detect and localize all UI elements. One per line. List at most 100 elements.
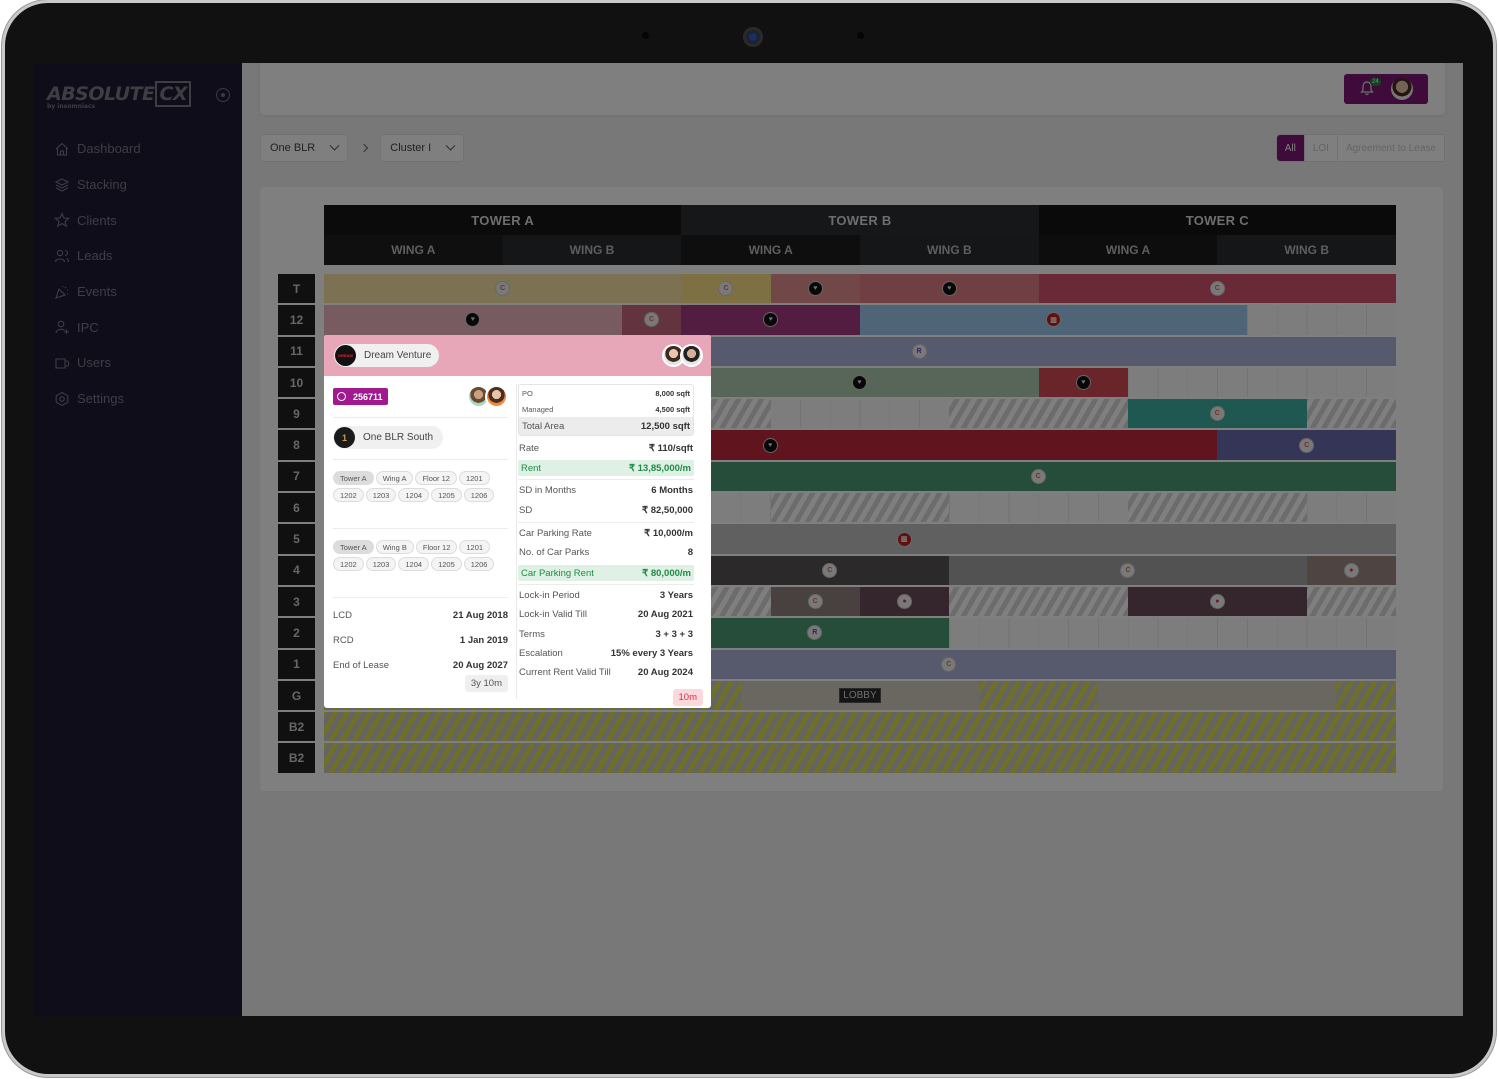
lease-remaining-badge: 3y 10m <box>464 675 508 692</box>
filter-loi[interactable]: LOI <box>1303 135 1337 161</box>
field-label: Managed <box>522 404 554 414</box>
sd-months-row: SD in Months 6 Months <box>518 485 694 496</box>
floor-label: 4 <box>278 555 315 585</box>
mug-icon <box>55 358 70 369</box>
property-dropdown[interactable]: One BLR <box>260 134 349 162</box>
user-avatar[interactable] <box>1391 78 1413 100</box>
app-screen: ABSOLUTE CX by insomniacs Dashboard Stacki… <box>34 63 1463 1016</box>
sidebar-item-dashboard[interactable]: Dashboard <box>54 131 141 167</box>
unit-tag: 1202 <box>333 557 364 571</box>
deal-id-badge: 256711 <box>333 388 388 405</box>
avatar[interactable] <box>680 344 703 367</box>
tenant-segment[interactable]: C <box>1128 399 1307 429</box>
sidebar-item-users[interactable]: Users <box>54 345 141 381</box>
building-logo: 1 <box>334 427 355 448</box>
field-label: Lock-in Valid Till <box>519 609 587 620</box>
tenant-segment[interactable]: C <box>324 274 682 304</box>
unit-tag: 1201 <box>459 540 491 554</box>
unit-tag: 1202 <box>333 488 364 502</box>
avatar[interactable] <box>485 385 508 408</box>
tenant-segment[interactable]: ● <box>860 586 950 617</box>
floor-tag: Floor 12 <box>415 540 458 554</box>
tenant-segment[interactable]: ♥ <box>1038 367 1128 398</box>
compass-icon <box>337 392 346 401</box>
sidebar-item-ipc[interactable]: IPC <box>54 309 141 345</box>
tenant-logo-icon: C <box>644 312 660 328</box>
owner-avatars <box>467 385 508 408</box>
tenant-segment[interactable]: ● <box>1128 586 1307 617</box>
sidebar-item-leads[interactable]: Leads <box>54 238 141 274</box>
field-value: ₹ 82,50,000 <box>642 505 693 516</box>
lcd-row: LCD 21 Aug 2018 <box>333 610 508 621</box>
floor-label: T <box>278 274 315 304</box>
tenant-segment[interactable]: LOBBY <box>740 680 980 711</box>
field-label: No. of Car Parks <box>519 547 590 558</box>
field-value: 4,500 sqft <box>655 404 690 414</box>
sidebar-nav: Dashboard Stacking Clients Leads Events IPC Us… <box>54 131 141 417</box>
tenant-segment[interactable]: ● <box>1306 555 1396 585</box>
field-value: 20 Aug 2021 <box>637 609 693 620</box>
car-parking-rate-row: Car Parking Rate ₹ 10,000/m <box>518 528 694 539</box>
tenant-segment[interactable] <box>1098 680 1337 711</box>
unavailable-segment <box>770 493 950 523</box>
field-value: 6 Months <box>651 485 693 496</box>
tenant-segment[interactable]: C <box>1217 430 1396 460</box>
logo-byline: by insomniacs <box>47 103 96 110</box>
field-label: Lock-in Period <box>519 590 580 601</box>
tenant-logo-icon: C <box>495 281 511 297</box>
total-area-row: Total Area 12,500 sqft <box>519 417 693 435</box>
client-logo: DREAM <box>335 345 356 366</box>
floor-label: 3 <box>278 586 315 617</box>
sidebar-item-stacking[interactable]: Stacking <box>54 167 141 203</box>
divider <box>333 597 508 598</box>
client-chip[interactable]: DREAM Dream Venture <box>334 344 440 367</box>
tenant-segment[interactable]: ♥ <box>860 274 1039 304</box>
tenant-logo-icon: C <box>1209 406 1225 422</box>
sidebar-item-clients[interactable]: Clients <box>54 202 141 238</box>
floor-label: G <box>278 680 315 711</box>
escalation-row: Escalation 15% every 3 Years <box>518 648 694 659</box>
divider <box>518 522 694 523</box>
tenant-logo-icon: C <box>822 562 838 578</box>
filter-agreement-to-lease[interactable]: Agreement to Lease <box>1336 135 1444 161</box>
tenant-logo-icon: ♥ <box>807 281 823 297</box>
chevron-down-icon <box>445 140 456 151</box>
tenant-segment[interactable]: C <box>949 555 1307 585</box>
sidebar-item-settings[interactable]: Settings <box>54 381 141 417</box>
tower-header: TOWER C <box>1038 205 1396 235</box>
unavailable-segment <box>949 586 1128 617</box>
building-name: One BLR South <box>363 432 434 443</box>
filter-all[interactable]: All <box>1276 135 1304 161</box>
building-chip[interactable]: 1 One BLR South <box>333 426 444 449</box>
unit-tag: 1203 <box>365 488 397 502</box>
tenant-segment[interactable]: ♥ <box>770 274 860 304</box>
cluster-dropdown[interactable]: Cluster I <box>380 134 465 162</box>
tenant-segment[interactable]: C <box>1038 274 1396 304</box>
sidebar: ABSOLUTE CX by insomniacs Dashboard Stacki… <box>34 63 242 1016</box>
tenant-segment[interactable]: ♥ <box>324 305 622 335</box>
sensor-dot <box>642 32 649 39</box>
deal-id: 256711 <box>353 391 383 402</box>
wing-header: WING B <box>860 235 1039 265</box>
collapse-sidebar-icon[interactable] <box>216 88 230 102</box>
unavailable-segment <box>1306 586 1396 617</box>
wing-header: WING B <box>1217 235 1397 265</box>
top-bar: 24 <box>260 63 1445 115</box>
field-value: 21 Aug 2018 <box>452 610 508 621</box>
tenant-segment[interactable]: C <box>621 305 682 335</box>
sidebar-item-events[interactable]: Events <box>54 274 141 310</box>
divider <box>333 459 508 460</box>
car-parks-count-row: No. of Car Parks 8 <box>518 547 694 558</box>
unit-tag: 1203 <box>365 557 397 571</box>
user-menu[interactable]: 24 <box>1344 74 1428 104</box>
unit-tag: 1204 <box>398 557 430 571</box>
breadcrumb: One BLR Cluster I <box>260 134 465 162</box>
tenant-segment[interactable]: ♥ <box>681 305 860 335</box>
tenant-segment[interactable]: C <box>770 586 860 617</box>
unit-tag: 1206 <box>463 557 495 571</box>
lock-in-valid-till-row: Lock-in Valid Till 20 Aug 2021 <box>518 609 694 620</box>
tenant-segment[interactable]: ▥ <box>860 305 1248 335</box>
field-value: 3 + 3 + 3 <box>655 629 693 640</box>
logo-text: ABSOLUTE <box>47 83 155 105</box>
tenant-segment[interactable]: C <box>681 274 771 304</box>
